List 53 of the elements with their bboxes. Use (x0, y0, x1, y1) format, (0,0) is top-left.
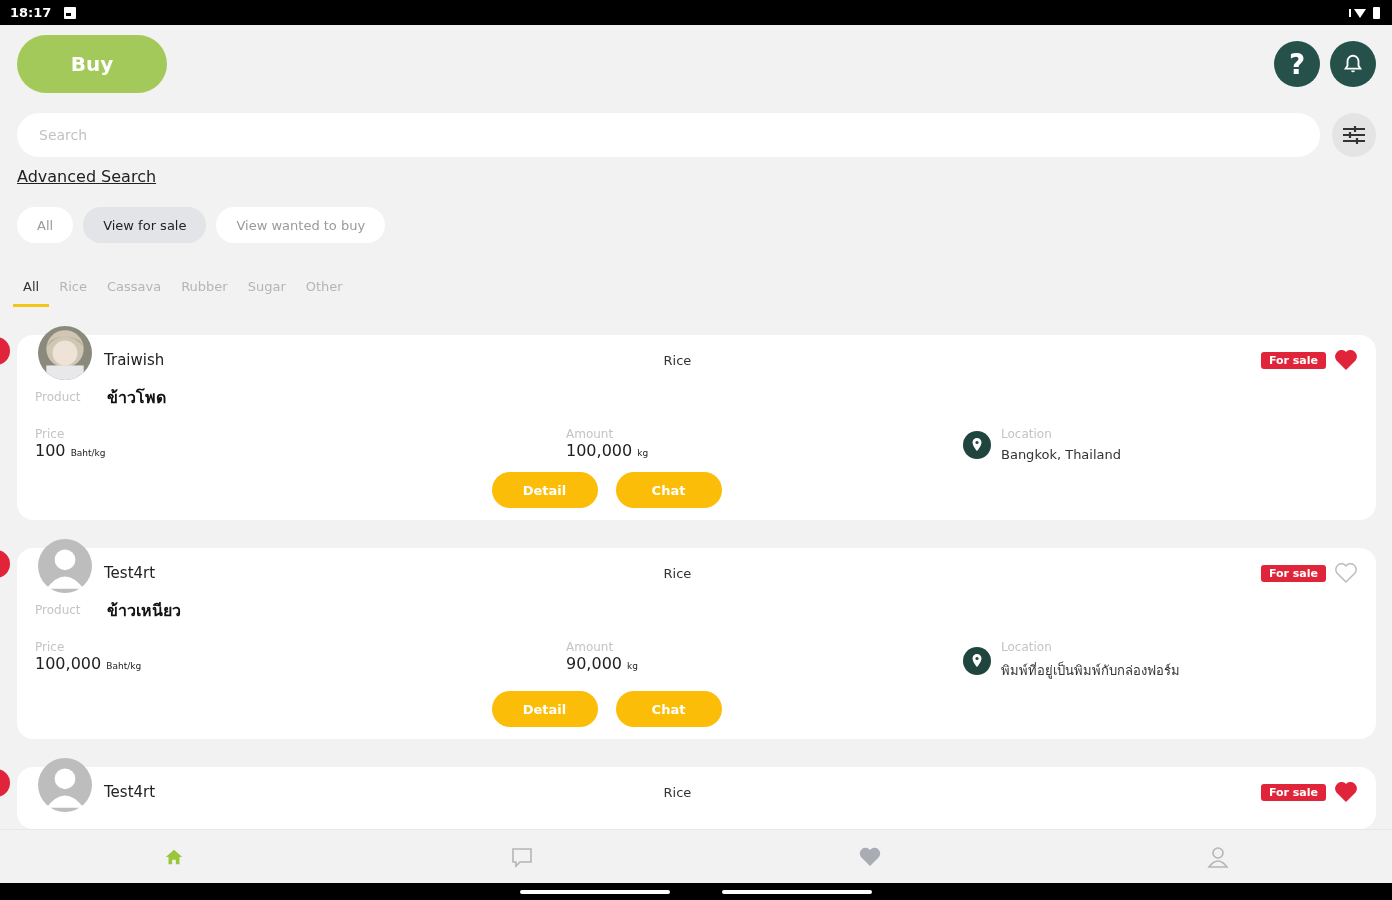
product-name: ข้าวโพด (106, 386, 166, 409)
location-pin-icon (963, 646, 991, 675)
seller-name: Traiwish (104, 351, 166, 369)
buy-button[interactable]: Buy (17, 35, 167, 93)
detail-button[interactable]: Detail (491, 472, 598, 508)
category-tab[interactable]: Rubber (171, 271, 238, 307)
product-label: Product (35, 603, 81, 617)
filter-chip[interactable]: View for sale (83, 207, 207, 243)
bell-icon (1342, 53, 1364, 75)
filter-chip[interactable]: All (17, 207, 74, 243)
amount-value: 90,000 kg (566, 654, 639, 673)
category-tab[interactable]: All (13, 271, 50, 307)
status-time: 18:17 (10, 5, 52, 20)
location-value: Bangkok, Thailand (1001, 447, 1121, 462)
category-tab[interactable]: Sugar (237, 271, 296, 307)
notification-button[interactable] (1330, 41, 1376, 87)
price-label: Price (35, 640, 66, 654)
status-badge: For sale (1260, 564, 1326, 582)
category-tab[interactable]: Cassava (96, 271, 172, 307)
seller-name: Test4rt (104, 564, 157, 582)
price-value: 100 Baht/kg (35, 441, 107, 460)
status-badge: For sale (1260, 783, 1326, 801)
image-icon (63, 5, 78, 20)
heart-icon[interactable] (1334, 349, 1358, 371)
price-value: 100,000 Baht/kg (35, 654, 143, 673)
product-label: Product (35, 390, 81, 404)
heart-icon[interactable] (1334, 781, 1358, 803)
advanced-search-link[interactable]: Advanced Search (17, 167, 157, 186)
category-label: Rice (663, 565, 692, 581)
seller-name: Test4rt (104, 783, 157, 801)
help-button[interactable]: ? (1274, 41, 1320, 87)
amount-label: Amount (566, 640, 615, 654)
product-name: ข้าวเหนียว (106, 599, 181, 622)
category-tab[interactable]: Rice (49, 271, 97, 307)
category-label: Rice (663, 352, 692, 368)
chat-button[interactable]: Chat (615, 691, 722, 727)
amount-value: 100,000 kg (566, 441, 650, 460)
category-label: Rice (663, 784, 692, 800)
filter-button[interactable] (1332, 113, 1376, 157)
filter-chip[interactable]: View wanted to buy (216, 207, 386, 243)
search-field[interactable]: Search (17, 113, 1320, 157)
location-pin-icon (963, 430, 991, 459)
location-value: พิมพ์ที่อยู่เป็นพิมพ์กับกล่องฟอร์ม (1001, 660, 1180, 681)
category-tab[interactable]: Other (295, 271, 353, 307)
price-label: Price (35, 427, 66, 441)
detail-button[interactable]: Detail (491, 691, 598, 727)
amount-label: Amount (566, 427, 615, 441)
signal-icon (1348, 5, 1382, 20)
status-badge: For sale (1260, 351, 1326, 369)
location-label: Location (1001, 427, 1053, 441)
location-label: Location (1001, 640, 1053, 654)
filter-icon (1341, 124, 1367, 146)
chat-button[interactable]: Chat (615, 472, 722, 508)
